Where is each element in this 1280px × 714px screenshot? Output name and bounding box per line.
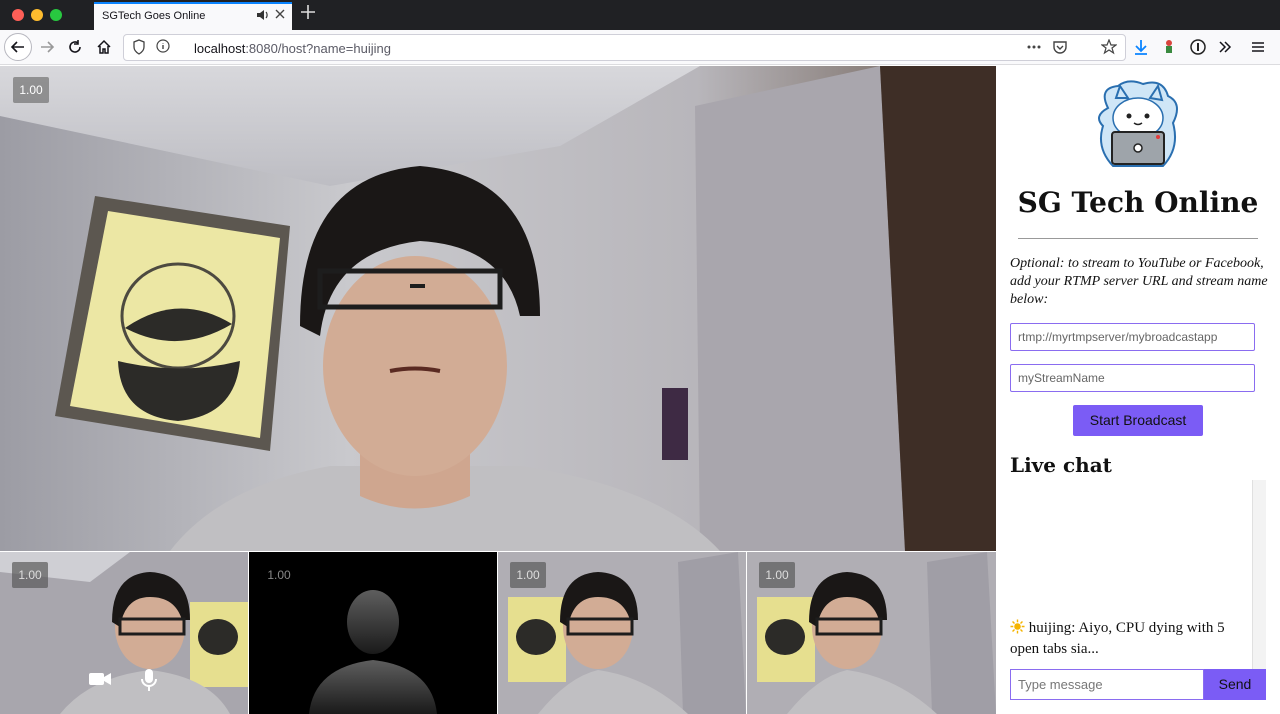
divider <box>1018 238 1258 239</box>
rtmp-url-input[interactable]: rtmp://myrtmpserver/mybroadcastapp <box>1010 323 1255 351</box>
new-tab-icon[interactable] <box>300 3 316 26</box>
chat-message-text: huijing: Aiyo, CPU dying with 5 open tab… <box>1010 620 1225 657</box>
main-video[interactable]: 1.00 <box>0 66 996 551</box>
thumbnail-zoom-badge[interactable]: 1.00 <box>261 562 297 588</box>
overflow-icon[interactable] <box>1211 34 1239 60</box>
thumbnail-zoom-badge[interactable]: 1.00 <box>759 562 795 588</box>
thumbnail-remote-2[interactable]: 1.00 <box>747 552 996 714</box>
shield-icon[interactable] <box>132 39 146 58</box>
home-icon[interactable] <box>90 34 118 60</box>
thumbnail-remote-1[interactable]: 1.00 <box>498 552 746 714</box>
back-icon[interactable] <box>4 33 32 61</box>
main-video-frame <box>0 66 996 551</box>
close-window-button[interactable] <box>12 9 24 21</box>
url-bar[interactable]: localhost:8080/host?name=huijing <box>123 34 1126 61</box>
pocket-icon[interactable] <box>1052 39 1068 58</box>
url-path: :8080/host?name=huijing <box>245 41 391 56</box>
maximize-window-button[interactable] <box>50 9 62 21</box>
side-panel: SG Tech Online Optional: to stream to Yo… <box>996 66 1280 714</box>
site-title: SG Tech Online <box>1017 186 1259 219</box>
start-broadcast-button[interactable]: Start Broadcast <box>1073 405 1203 436</box>
thumbnail-zoom-badge[interactable]: 1.00 <box>510 562 546 588</box>
active-tab[interactable]: SGTech Goes Online <box>94 2 292 30</box>
video-camera-icon[interactable] <box>88 670 112 693</box>
page-content: 1.00 1.00 1.00 1.00 1.00 SG Tech Online … <box>0 66 1280 714</box>
cat-laptop-logo <box>1088 78 1188 183</box>
download-icon[interactable] <box>1127 34 1155 60</box>
navigation-bar: localhost:8080/host?name=huijing <box>0 30 1280 65</box>
url-text[interactable]: localhost:8080/host?name=huijing <box>194 41 391 56</box>
thumbnail-zoom-badge[interactable]: 1.00 <box>12 562 48 588</box>
main-zoom-badge[interactable]: 1.00 <box>13 77 49 103</box>
speaker-icon[interactable] <box>256 8 270 25</box>
tab-title: SGTech Goes Online <box>102 10 206 22</box>
chat-scrollbar[interactable] <box>1252 480 1266 670</box>
microphone-icon[interactable] <box>140 668 158 697</box>
extension-icon[interactable] <box>1155 34 1183 60</box>
live-chat-heading: Live chat <box>1010 453 1112 477</box>
thumbnail-placeholder[interactable]: 1.00 <box>249 552 497 714</box>
stream-instructions: Optional: to stream to YouTube or Facebo… <box>1010 256 1268 307</box>
minimize-window-button[interactable] <box>31 9 43 21</box>
stream-name-input[interactable]: myStreamName <box>1010 364 1255 392</box>
tab-bar: SGTech Goes Online <box>0 0 1280 30</box>
more-icon[interactable] <box>1026 39 1042 58</box>
forward-icon[interactable] <box>33 34 61 60</box>
tab-close-icon[interactable] <box>273 7 287 24</box>
info-icon[interactable] <box>156 39 170 56</box>
thumbnail-local[interactable]: 1.00 <box>0 552 248 714</box>
menu-icon[interactable] <box>1244 34 1272 60</box>
send-button[interactable]: Send <box>1204 669 1266 700</box>
chat-message: huijing: Aiyo, CPU dying with 5 open tab… <box>1010 619 1250 659</box>
message-input[interactable]: Type message <box>1010 669 1204 700</box>
reload-icon[interactable] <box>61 34 89 60</box>
url-host: localhost <box>194 41 246 56</box>
star-icon[interactable] <box>1100 38 1118 58</box>
password-icon[interactable] <box>1184 34 1212 60</box>
sun-icon <box>1010 619 1025 640</box>
